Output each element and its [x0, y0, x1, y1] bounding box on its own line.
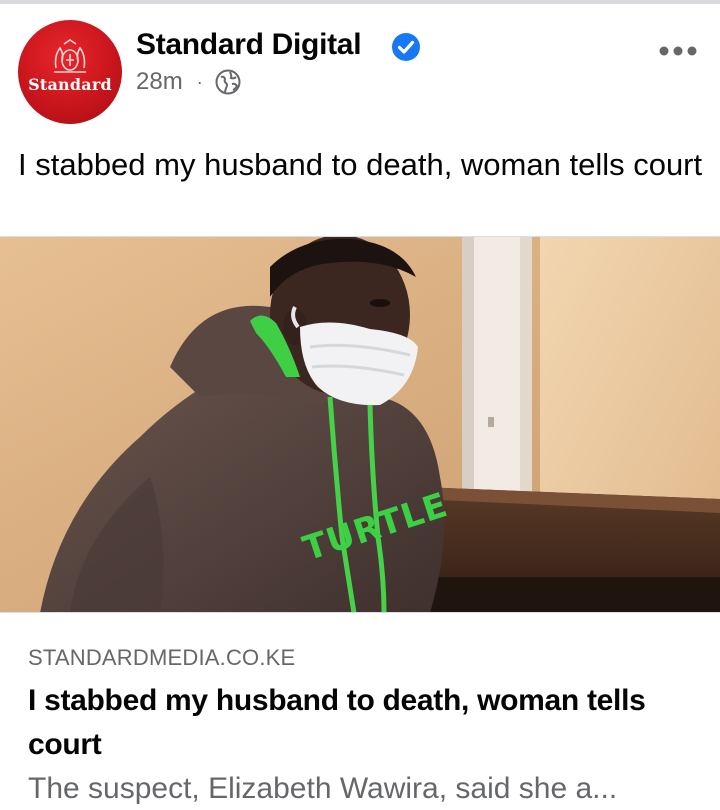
crest-icon: [54, 39, 86, 73]
link-preview[interactable]: STANDARDMEDIA.CO.KE I stabbed my husband…: [0, 612, 720, 810]
post-timestamp[interactable]: 28m: [136, 66, 183, 98]
verified-check-icon: [392, 33, 420, 61]
top-divider: [0, 0, 720, 4]
link-description: The suspect, Elizabeth Wawira, said she …: [28, 772, 618, 805]
post-text: I stabbed my husband to death, woman tel…: [18, 147, 703, 182]
link-title[interactable]: I stabbed my husband to death, woman tel…: [28, 679, 708, 767]
post-meta: 28m ·: [136, 66, 241, 98]
more-options-icon[interactable]: [658, 44, 698, 58]
page-avatar[interactable]: Standard: [18, 20, 122, 124]
photo-illustration: TURTLE: [0, 237, 720, 613]
facebook-post: Standard Standard Digital 28m · I stabbe…: [0, 0, 720, 810]
link-domain: STANDARDMEDIA.CO.KE: [28, 645, 296, 670]
avatar-wordmark: Standard: [28, 75, 112, 94]
globe-icon[interactable]: [215, 69, 241, 95]
meta-separator: ·: [196, 72, 203, 92]
post-photo[interactable]: TURTLE: [0, 236, 720, 613]
page-name[interactable]: Standard Digital: [136, 26, 362, 64]
